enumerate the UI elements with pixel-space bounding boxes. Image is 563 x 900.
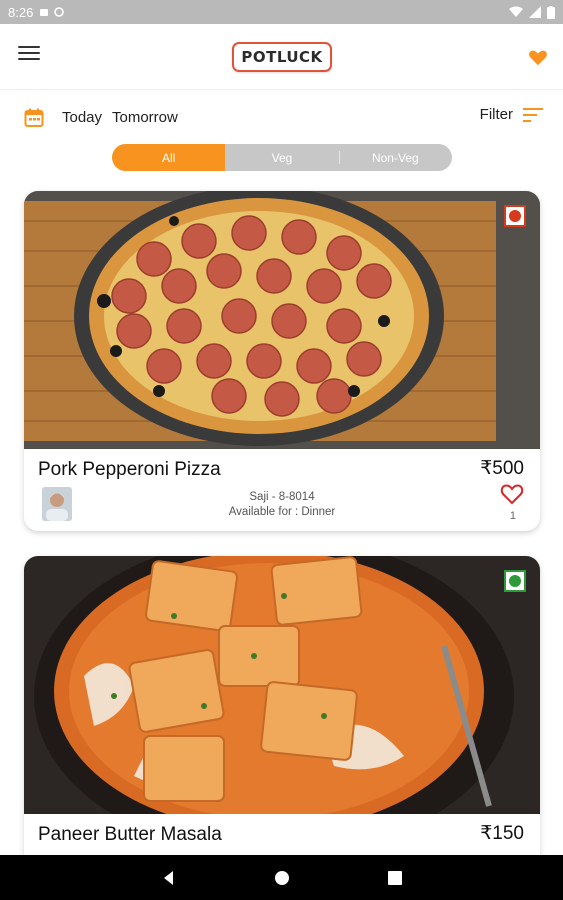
filter-label: Filter [479,106,513,123]
tab-today[interactable]: Today [62,109,102,126]
favorites-heart-icon[interactable] [527,46,549,68]
system-nav-bar [0,855,563,900]
food-image-paneer [24,556,540,814]
availability-text: Available for : Dinner [228,506,336,518]
food-title: Pork Pepperoni Pizza [38,459,221,480]
filter-button[interactable]: Filter [480,106,543,123]
host-name: Saji - 8-8014 [249,491,315,503]
food-price: ₹150 [480,823,524,844]
menu-icon[interactable] [18,46,40,64]
app-logo: POTLUCK [232,42,332,72]
calendar-icon[interactable] [24,108,44,128]
food-card[interactable]: Paneer Butter Masala ₹150 [24,556,540,896]
food-price: ₹500 [480,458,524,479]
diet-segmented-control: All Veg Non-Veg [112,144,452,171]
status-bar: 8:26 [0,0,563,24]
sync-icon [54,7,65,17]
like-heart-icon[interactable] [500,483,524,505]
segment-all[interactable]: All [112,144,226,171]
back-icon[interactable] [160,869,178,887]
segment-veg[interactable]: Veg [225,144,338,171]
wifi-icon [509,6,523,17]
status-time: 8:26 [8,4,34,20]
signal-icon [529,6,541,18]
logo-text: POTLUCK [241,48,323,66]
app-bar: POTLUCK [0,24,563,90]
host-info: Saji - 8-8014 Available for : Dinner [24,490,540,520]
veg-indicator-icon [504,570,526,592]
tab-tomorrow[interactable]: Tomorrow [112,109,178,126]
date-filter-row: Today Tomorrow Filter [0,96,563,140]
battery-icon [547,5,555,19]
recents-icon[interactable] [386,869,404,887]
notification-icon [40,9,49,16]
like-count: 1 [509,510,516,522]
segment-non-veg[interactable]: Non-Veg [338,144,452,171]
non-veg-indicator-icon [504,205,526,227]
food-title: Paneer Butter Masala [38,824,222,845]
food-card[interactable]: Pork Pepperoni Pizza ₹500 Saji - 8-8014 … [24,191,540,531]
filter-lines-icon [523,107,543,122]
food-image-pizza [24,191,540,449]
home-icon[interactable] [273,869,291,887]
